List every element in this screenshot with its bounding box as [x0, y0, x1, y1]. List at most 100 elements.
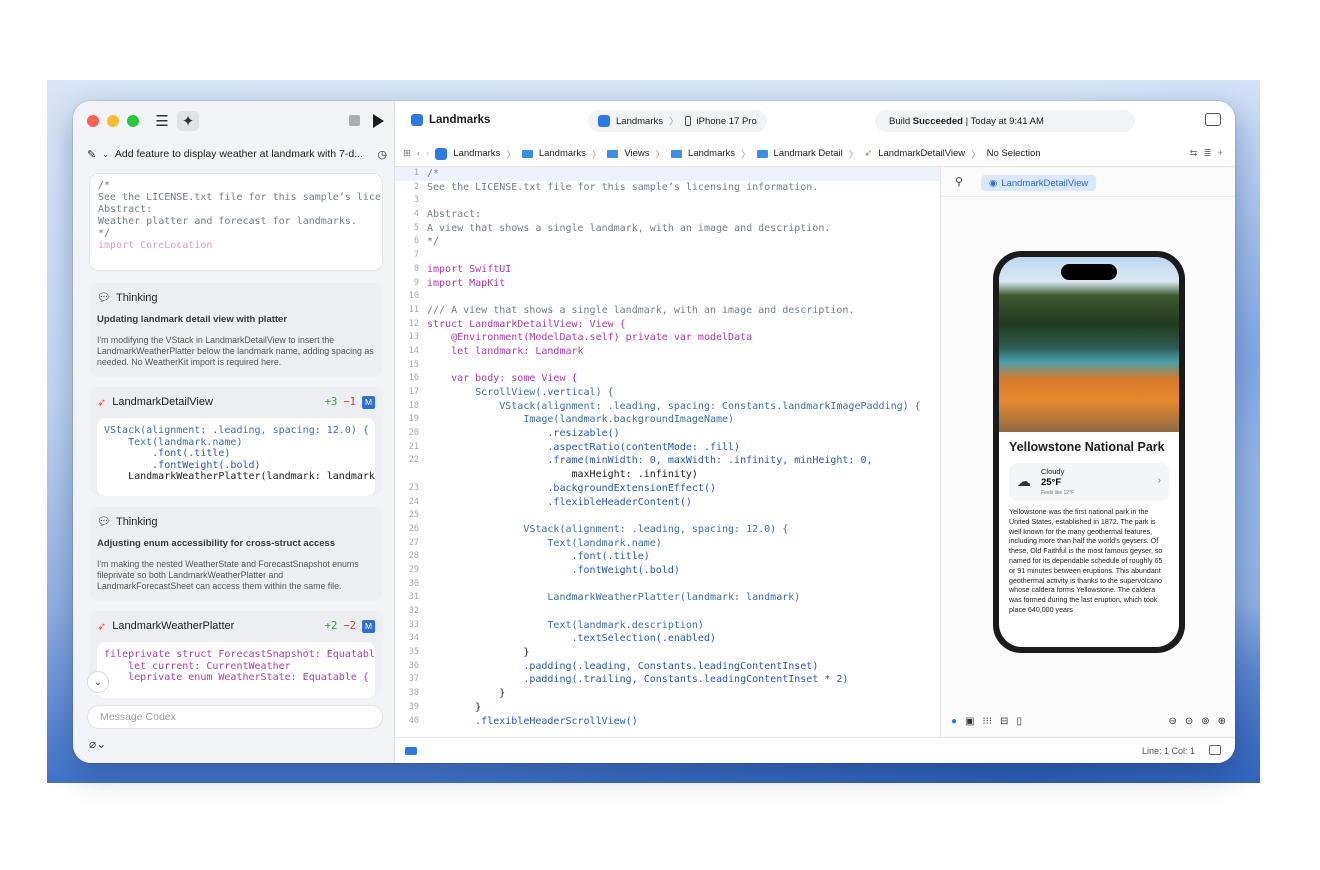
pin-icon[interactable]: ⚲ [955, 175, 963, 188]
zoom-in-icon[interactable]: ⊕ [1218, 716, 1226, 727]
message-input[interactable]: Message Codex [87, 705, 383, 729]
code-line[interactable]: 32 [395, 605, 940, 619]
file-change-card[interactable]: ➶ LandmarkWeatherPlatter +2 −2 M filepri… [89, 611, 383, 698]
history-icon[interactable]: ◷ [377, 148, 387, 161]
breadcrumb-item[interactable]: Landmarks [688, 148, 735, 159]
breadcrumb-item[interactable]: No Selection [987, 148, 1041, 159]
line-number: 24 [408, 496, 419, 507]
code-line[interactable]: 25 [395, 509, 940, 523]
code-line[interactable]: 31 LandmarkWeatherPlatter(landmark: land… [395, 591, 940, 605]
debug-area-icon[interactable] [1209, 745, 1221, 755]
zoom-button[interactable] [127, 115, 139, 127]
back-icon[interactable]: ‹ [417, 148, 420, 159]
code-line[interactable]: 14 let landmark: Landmark [395, 345, 940, 359]
breadcrumb-item[interactable]: Views [624, 148, 649, 159]
code-line[interactable]: 28 .font(.title) [395, 550, 940, 564]
code-line[interactable]: 8 import SwiftUI [395, 263, 940, 277]
editor-options-icon[interactable]: ≣ [1203, 148, 1211, 159]
code-line[interactable]: 10 [395, 290, 940, 304]
thinking-card[interactable]: 💬︎ Thinking Updating landmark detail view… [89, 283, 383, 377]
code-line[interactable]: 23 .backgroundExtensionEffect() [395, 482, 940, 496]
code-line[interactable]: 16 var body: some View { [395, 372, 940, 386]
breadcrumb-item[interactable]: Landmark Detail [774, 148, 843, 159]
code-line[interactable]: 26 VStack(alignment: .leading, spacing: … [395, 523, 940, 537]
code-line[interactable]: 17 ScrollView(.vertical) { [395, 386, 940, 400]
code-line[interactable]: 30 [395, 578, 940, 592]
grid-icon[interactable]: ⊞ [403, 148, 411, 159]
code-line[interactable]: 6 */ [395, 235, 940, 249]
code-line[interactable]: 15 [395, 359, 940, 373]
code-line[interactable]: 39 } [395, 701, 940, 715]
forward-icon[interactable]: › [426, 148, 429, 159]
minimize-button[interactable] [107, 115, 119, 127]
zoom-fit-icon[interactable]: ⊙ [1185, 716, 1193, 727]
project-title[interactable]: Landmarks [411, 114, 490, 126]
park-title: Yellowstone National Park [1009, 440, 1165, 454]
device-icon[interactable]: ▯ [1016, 716, 1022, 727]
breadcrumb-item[interactable]: Landmarks [453, 148, 500, 159]
related-items-icon[interactable]: ⇆ [1190, 148, 1198, 159]
code-line[interactable]: 9 import MapKit [395, 277, 940, 291]
code-line[interactable]: 24 .flexibleHeaderContent() [395, 496, 940, 510]
code-line[interactable]: 29 .fontWeight(.bold) [395, 564, 940, 578]
preview-canvas: ⚲ ◉ LandmarkDetailView Yellowstone Nation… [940, 167, 1235, 737]
selectable-icon[interactable]: ▣ [965, 716, 974, 727]
code-line[interactable]: 7 [395, 249, 940, 263]
chevron-down-icon[interactable]: ⌄ [102, 150, 109, 159]
code-line[interactable]: maxHeight: .infinity) [395, 468, 940, 482]
code-line[interactable]: 33 Text(landmark.description) [395, 619, 940, 633]
code-line[interactable]: 22 .frame(minWidth: 0, maxWidth: .infini… [395, 454, 940, 468]
code-line[interactable]: 3 [395, 194, 940, 208]
iphone-preview[interactable]: Yellowstone National Park ☁ Cloudy 25°F … [993, 251, 1185, 653]
zoom-actual-icon[interactable]: ⊚ [1201, 716, 1209, 727]
attachment-icon[interactable]: ⌀⌄ [89, 737, 106, 751]
app-icon [598, 115, 610, 127]
navigator-list-icon[interactable]: ☰ [151, 111, 173, 131]
weather-platter[interactable]: ☁ Cloudy 25°F Feels like 12°F › [1009, 463, 1169, 501]
assistant-sparkle-icon[interactable]: ✦ [177, 111, 199, 131]
settings-icon[interactable]: ⊟ [1000, 716, 1008, 727]
run-button[interactable] [373, 114, 384, 128]
debug-toggle-icon[interactable] [405, 747, 417, 755]
code-line[interactable]: 36 .padding(.leading, Constants.leadingC… [395, 660, 940, 674]
code-line[interactable]: 21 .aspectRatio(contentMode: .fill) [395, 441, 940, 455]
code-line[interactable]: 40 .flexibleHeaderScrollView() [395, 715, 940, 729]
scroll-down-button[interactable]: ⌄ [87, 671, 109, 693]
code-line[interactable]: 5 A view that shows a single landmark, wi… [395, 222, 940, 236]
add-editor-icon[interactable]: + [1217, 148, 1223, 159]
variants-icon[interactable]: ⁝⁝⁝ [983, 716, 993, 727]
code-line[interactable]: 38 } [395, 687, 940, 701]
zoom-out-icon[interactable]: ⊖ [1168, 716, 1176, 727]
code-line[interactable]: 34 .textSelection(.enabled) [395, 632, 940, 646]
code-line[interactable]: 12 struct LandmarkDetailView: View { [395, 318, 940, 332]
code-line[interactable]: 20 .resizable() [395, 427, 940, 441]
code-line[interactable]: 4 Abstract: [395, 208, 940, 222]
code-line[interactable]: 18 VStack(alignment: .leading, spacing: … [395, 400, 940, 414]
breadcrumb-item[interactable]: LandmarkDetailView [878, 148, 965, 159]
breadcrumb-item[interactable]: Landmarks [539, 148, 586, 159]
stop-button[interactable] [349, 115, 360, 126]
code-line[interactable]: 11 /// A view that shows a single landmar… [395, 304, 940, 318]
line-number: 16 [408, 373, 419, 384]
close-button[interactable] [87, 115, 99, 127]
code-line[interactable]: 19 Image(landmark.backgroundImageName) [395, 413, 940, 427]
code-line[interactable]: 35 } [395, 646, 940, 660]
compose-icon[interactable]: ✎ [87, 148, 96, 161]
code-editor[interactable]: 1 /* 2 See the LICENSE.txt file for this sa… [395, 167, 940, 737]
lines-removed: −1 [343, 396, 356, 408]
preview-tag[interactable]: ◉ LandmarkDetailView [981, 175, 1097, 191]
live-preview-icon[interactable]: ● [951, 716, 957, 727]
line-number: 33 [408, 619, 419, 630]
file-change-card[interactable]: ➶ LandmarkDetailView +3 −1 M VStack(alig… [89, 387, 383, 496]
code-line[interactable]: 37 .padding(.trailing, Constants.leading… [395, 673, 940, 687]
task-title[interactable]: Add feature to display weather at landma… [115, 148, 371, 160]
code-line[interactable]: 1 /* [395, 167, 940, 181]
code-line[interactable]: 2 See the LICENSE.txt file for this sampl… [395, 181, 940, 195]
code-line[interactable]: 27 Text(landmark.name) [395, 537, 940, 551]
scheme-selector[interactable]: Landmarks 〉 iPhone 17 Pro [588, 110, 767, 132]
line-number: 36 [408, 660, 419, 671]
lines-added: +2 [324, 620, 338, 632]
code-line[interactable]: 13 @Environment(ModelData.self) private … [395, 331, 940, 345]
thinking-card[interactable]: 💬︎ Thinking Adjusting enum accessibility … [89, 507, 383, 601]
inspector-toggle-icon[interactable] [1205, 113, 1221, 126]
